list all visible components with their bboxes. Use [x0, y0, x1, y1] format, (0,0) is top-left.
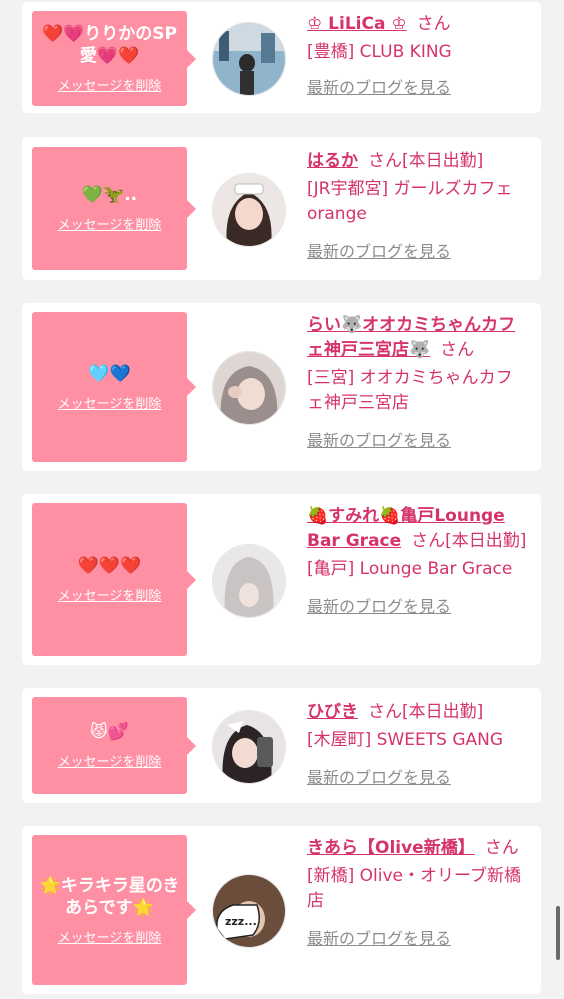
latest-blog-link[interactable]: 最新のブログを見る	[307, 765, 529, 790]
status-text: [本日出勤]	[445, 531, 527, 551]
shop-name: [亀戸] Lounge Bar Grace	[307, 559, 513, 579]
cast-info: らい🐺オオカミちゃんカフェ神戸三宮店🐺 さん [三宮] オオカミちゃんカフェ神戸三…	[307, 313, 529, 453]
avatar[interactable]	[212, 544, 286, 618]
avatar-photo	[213, 711, 285, 783]
latest-blog-link[interactable]: 最新のブログを見る	[307, 926, 529, 951]
message-card: 🩵💙 メッセージを削除 らい🐺オオカミちゃんカフェ神戸三宮店🐺 さん [三宮] オ…	[22, 303, 541, 471]
avatar-photo	[213, 174, 285, 246]
status-text: [本日出勤]	[402, 702, 484, 722]
message-card: 🌟キラキラ星のきあらです🌟 メッセージを削除 zzz... きあら【Olive新…	[22, 826, 541, 994]
shop-name: [三宮] オオカミちゃんカフェ神戸三宮店	[307, 368, 513, 413]
cast-info: きあら【Olive新橋】 さん [新橋] Olive・オリーブ新橋店 最新のブログ…	[307, 836, 529, 951]
cast-name-link[interactable]: はるか	[307, 151, 358, 171]
avatar[interactable]	[212, 22, 286, 96]
avatar[interactable]	[212, 173, 286, 247]
avatar[interactable]	[212, 351, 286, 425]
message-card: 💚🦖.. メッセージを削除 はるか さん[本日出勤] [JR宇都宮] ガールズカフ…	[22, 137, 541, 280]
honorific: さん	[411, 531, 446, 551]
cast-name-link[interactable]: ♔ LiLiCa ♔	[307, 14, 407, 34]
latest-blog-link[interactable]: 最新のブログを見る	[307, 428, 529, 453]
cast-name-link[interactable]: らい🐺オオカミちゃんカフェ神戸三宮店🐺	[307, 315, 515, 360]
message-bubble: ❤️💗りりかのSP愛💗❤️ メッセージを削除	[32, 11, 196, 106]
delete-message-link[interactable]: メッセージを削除	[58, 214, 162, 233]
shop-name: [JR宇都宮] ガールズカフェ orange	[307, 179, 513, 224]
latest-blog-link[interactable]: 最新のブログを見る	[307, 75, 529, 100]
cast-info: 🍓すみれ🍓亀戸Lounge Bar Grace さん[本日出勤] [亀戸] Lou…	[307, 504, 529, 619]
message-card: 😾💕 メッセージを削除 ひびき さん[本日出勤] [木屋町] SWEETS GAN…	[22, 688, 541, 803]
cast-info: ひびき さん[本日出勤] [木屋町] SWEETS GANG 最新のブログを見る	[307, 700, 529, 790]
latest-blog-link[interactable]: 最新のブログを見る	[307, 239, 529, 264]
honorific: さん	[484, 838, 519, 858]
message-bubble: 💚🦖.. メッセージを削除	[32, 147, 196, 270]
avatar-photo: zzz...	[213, 875, 285, 947]
honorific: さん	[368, 702, 402, 722]
message-text: 😾💕	[90, 722, 129, 742]
honorific: さん	[416, 14, 451, 34]
avatar[interactable]: zzz...	[212, 874, 286, 948]
avatar-photo	[213, 23, 285, 95]
message-bubble: ❤️❤️❤️ メッセージを削除	[32, 503, 196, 656]
cast-name-link[interactable]: ひびき	[307, 702, 358, 722]
delete-message-link[interactable]: メッセージを削除	[58, 585, 162, 604]
message-card: ❤️❤️❤️ メッセージを削除 🍓すみれ🍓亀戸Lounge Bar Grace さ…	[22, 494, 541, 665]
avatar-photo	[213, 352, 285, 424]
shop-name: [新橋] Olive・オリーブ新橋店	[307, 866, 521, 911]
message-bubble: 🌟キラキラ星のきあらです🌟 メッセージを削除	[32, 835, 196, 985]
message-text: 🌟キラキラ星のきあらです🌟	[39, 875, 180, 918]
svg-text:zzz...: zzz...	[225, 915, 257, 928]
honorific: さん	[440, 340, 475, 360]
delete-message-link[interactable]: メッセージを削除	[58, 751, 162, 770]
message-text: ❤️❤️❤️	[77, 556, 142, 576]
avatar[interactable]	[212, 710, 286, 784]
message-text: ❤️💗りりかのSP愛💗❤️	[41, 24, 178, 66]
cast-name-link[interactable]: きあら【Olive新橋】	[307, 838, 475, 858]
avatar-photo	[213, 545, 285, 617]
latest-blog-link[interactable]: 最新のブログを見る	[307, 594, 529, 619]
shop-name: [木屋町] SWEETS GANG	[307, 730, 504, 750]
cast-info: ♔ LiLiCa ♔ さん [豊橋] CLUB KING 最新のブログを見る	[307, 12, 529, 100]
message-bubble: 🩵💙 メッセージを削除	[32, 312, 196, 462]
scrollbar[interactable]	[556, 906, 560, 960]
message-text: 🩵💙	[88, 363, 131, 384]
shop-name: [豊橋] CLUB KING	[307, 42, 452, 62]
message-text: 💚🦖..	[81, 185, 138, 205]
delete-message-link[interactable]: メッセージを削除	[58, 75, 162, 94]
cast-info: はるか さん[本日出勤] [JR宇都宮] ガールズカフェ orange 最新のブロ…	[307, 149, 529, 264]
honorific: さん	[368, 151, 402, 171]
delete-message-link[interactable]: メッセージを削除	[58, 927, 162, 946]
message-bubble: 😾💕 メッセージを削除	[32, 697, 196, 794]
message-card: ❤️💗りりかのSP愛💗❤️ メッセージを削除 ♔ LiLiCa ♔ さん [豊橋]…	[22, 2, 541, 113]
delete-message-link[interactable]: メッセージを削除	[58, 393, 162, 412]
status-text: [本日出勤]	[402, 151, 484, 171]
